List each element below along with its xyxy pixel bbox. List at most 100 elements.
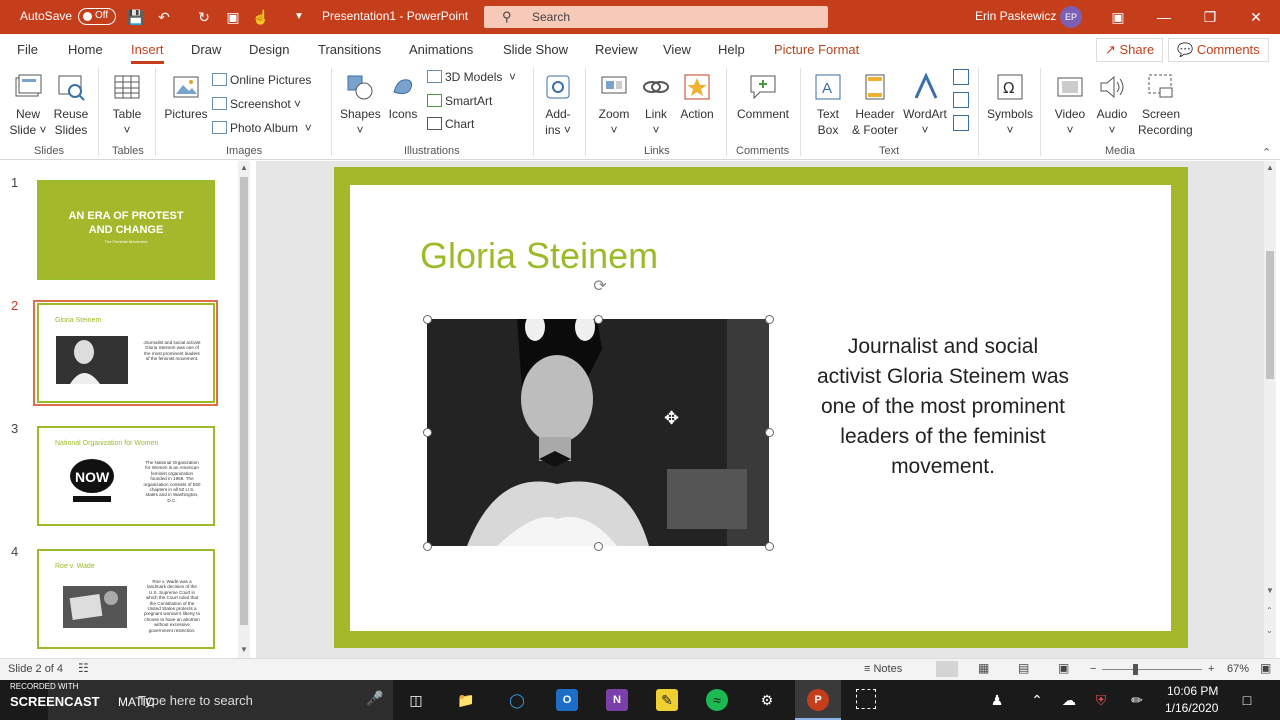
selected-picture[interactable]: [427, 319, 769, 546]
zoom-in-button[interactable]: +: [1208, 663, 1214, 675]
search-box[interactable]: ⚲ Search: [484, 6, 828, 28]
slide-thumbnail-1[interactable]: AN ERA OF PROTEST AND CHANGE The Feminis…: [37, 180, 215, 280]
resize-handle-se[interactable]: [765, 542, 774, 551]
thumbnail-scrollbar[interactable]: ▲ ▼: [238, 161, 250, 658]
notification-icon[interactable]: □: [1236, 689, 1258, 711]
resize-handle-ne[interactable]: [765, 315, 774, 324]
slide-show-icon[interactable]: ▣: [1058, 661, 1069, 675]
date-time-icon[interactable]: [953, 69, 969, 85]
ribbon-display-icon[interactable]: ▣: [1108, 7, 1128, 27]
scrollbar-thumb[interactable]: [1266, 251, 1274, 379]
chart-button[interactable]: Chart: [427, 117, 474, 131]
tab-help[interactable]: Help: [718, 42, 745, 57]
restore-icon[interactable]: ❐: [1200, 7, 1220, 27]
zoom-out-button[interactable]: −: [1090, 663, 1096, 675]
resize-handle-nw[interactable]: [423, 315, 432, 324]
slide-body-text[interactable]: Journalist and social activist Gloria St…: [816, 332, 1070, 482]
people-icon[interactable]: ♟: [986, 689, 1008, 711]
slide-thumbnail-2[interactable]: Gloria Steinem Journalist and social act…: [37, 303, 215, 403]
touch-mode-icon[interactable]: ☝: [252, 8, 270, 26]
onenote-icon[interactable]: N: [606, 689, 628, 711]
header-footer-button[interactable]: Header & Footer: [850, 72, 900, 138]
link-button[interactable]: Link ˅: [639, 72, 673, 138]
add-ins-button[interactable]: Add- ins ˅: [540, 72, 576, 138]
smartart-button[interactable]: SmartArt: [427, 94, 492, 108]
undo-icon[interactable]: ↶: [155, 8, 173, 26]
slide-thumbnail-3[interactable]: National Organization for Women NOW The …: [37, 426, 215, 526]
text-box-button[interactable]: A Text Box: [810, 72, 846, 138]
wordart-button[interactable]: WordArt ˅: [902, 72, 948, 138]
tab-design[interactable]: Design: [249, 42, 289, 57]
icons-button[interactable]: Icons: [385, 72, 421, 122]
clock-time[interactable]: 10:06 PM: [1167, 684, 1218, 698]
rotate-handle-icon[interactable]: ⟳: [590, 276, 610, 296]
normal-view-icon[interactable]: [936, 661, 958, 677]
autosave-toggle[interactable]: Off: [78, 8, 116, 25]
scroll-up-icon[interactable]: ▲: [1266, 163, 1274, 172]
powerpoint-taskbar-button[interactable]: P: [795, 680, 841, 720]
present-icon[interactable]: ▣: [224, 8, 242, 26]
tab-slide-show[interactable]: Slide Show: [503, 42, 568, 57]
spotify-icon[interactable]: ≈: [706, 689, 728, 711]
comments-button[interactable]: 💬 Comments: [1168, 38, 1269, 62]
save-icon[interactable]: 💾: [127, 8, 145, 26]
previous-slide-icon[interactable]: ⌃: [1266, 606, 1273, 615]
slide-sorter-icon[interactable]: ▦: [978, 661, 989, 675]
zoom-button[interactable]: Zoom ˅: [595, 72, 633, 138]
scroll-down-icon[interactable]: ▼: [1266, 586, 1274, 595]
slide-title[interactable]: Gloria Steinem: [420, 235, 658, 277]
resize-handle-e[interactable]: [765, 428, 774, 437]
tab-insert[interactable]: Insert: [131, 42, 164, 64]
tab-review[interactable]: Review: [595, 42, 638, 57]
close-icon[interactable]: ✕: [1246, 7, 1266, 27]
new-slide-button[interactable]: New Slide ˅: [9, 72, 47, 138]
symbols-button[interactable]: Ω Symbols ˅: [985, 72, 1035, 138]
photo-album-button[interactable]: Photo Album ˅: [212, 121, 312, 135]
customize-toolbar-icon[interactable]: ▼: [290, 8, 308, 26]
zoom-level[interactable]: 67%: [1227, 663, 1249, 675]
reading-view-icon[interactable]: ▤: [1018, 661, 1029, 675]
collapse-ribbon-icon[interactable]: ⌃: [1262, 146, 1271, 159]
slide-number-icon[interactable]: [953, 92, 969, 108]
onedrive-icon[interactable]: ☁: [1058, 689, 1080, 711]
minimize-icon[interactable]: —: [1154, 7, 1174, 27]
accessibility-icon[interactable]: ☷: [78, 661, 89, 675]
tab-draw[interactable]: Draw: [191, 42, 221, 57]
audio-button[interactable]: Audio ˅: [1092, 72, 1132, 138]
clock-date[interactable]: 1/16/2020: [1165, 701, 1218, 715]
settings-gear-icon[interactable]: ⚙: [756, 689, 778, 711]
avatar[interactable]: EP: [1060, 6, 1082, 28]
zoom-slider[interactable]: [1102, 669, 1202, 670]
online-pictures-button[interactable]: Online Pictures: [212, 73, 311, 87]
pen-icon[interactable]: ✏: [1126, 689, 1148, 711]
video-button[interactable]: Video ˅: [1050, 72, 1090, 138]
tab-view[interactable]: View: [663, 42, 691, 57]
tab-transitions[interactable]: Transitions: [318, 42, 381, 57]
resize-handle-sw[interactable]: [423, 542, 432, 551]
tab-home[interactable]: Home: [68, 42, 103, 57]
canvas-scrollbar[interactable]: ▲ ▼ ⌃ ⌄: [1264, 161, 1276, 658]
reuse-slides-button[interactable]: Reuse Slides: [52, 72, 90, 138]
slide-thumbnail-4[interactable]: Roe v. Wade Roe v. Wade was a landmark d…: [37, 549, 215, 649]
zoom-slider-thumb[interactable]: [1133, 664, 1138, 675]
scroll-down-icon[interactable]: ▼: [240, 645, 248, 654]
security-icon[interactable]: ⛨: [1090, 689, 1112, 711]
action-button[interactable]: Action: [678, 72, 716, 122]
task-view-icon[interactable]: ◫: [405, 689, 427, 711]
file-explorer-icon[interactable]: 📁: [455, 689, 477, 711]
tab-file[interactable]: File: [17, 42, 38, 57]
table-button[interactable]: Table ˅: [108, 72, 146, 138]
microphone-icon[interactable]: 🎤: [366, 690, 383, 707]
resize-handle-w[interactable]: [423, 428, 432, 437]
snip-icon[interactable]: [856, 689, 876, 709]
comment-button[interactable]: Comment: [735, 72, 791, 122]
shapes-button[interactable]: Shapes ˅: [340, 72, 381, 138]
edge-icon[interactable]: ◯: [506, 689, 528, 711]
outlook-icon[interactable]: O: [556, 689, 578, 711]
notes-button[interactable]: ≡ Notes: [864, 663, 902, 675]
scroll-up-icon[interactable]: ▲: [240, 163, 248, 172]
fit-to-window-icon[interactable]: ▣: [1260, 661, 1271, 675]
tab-picture-format[interactable]: Picture Format: [774, 42, 859, 57]
redo-icon[interactable]: ↻: [195, 8, 213, 26]
3d-models-button[interactable]: 3D Models ˅: [427, 70, 516, 84]
